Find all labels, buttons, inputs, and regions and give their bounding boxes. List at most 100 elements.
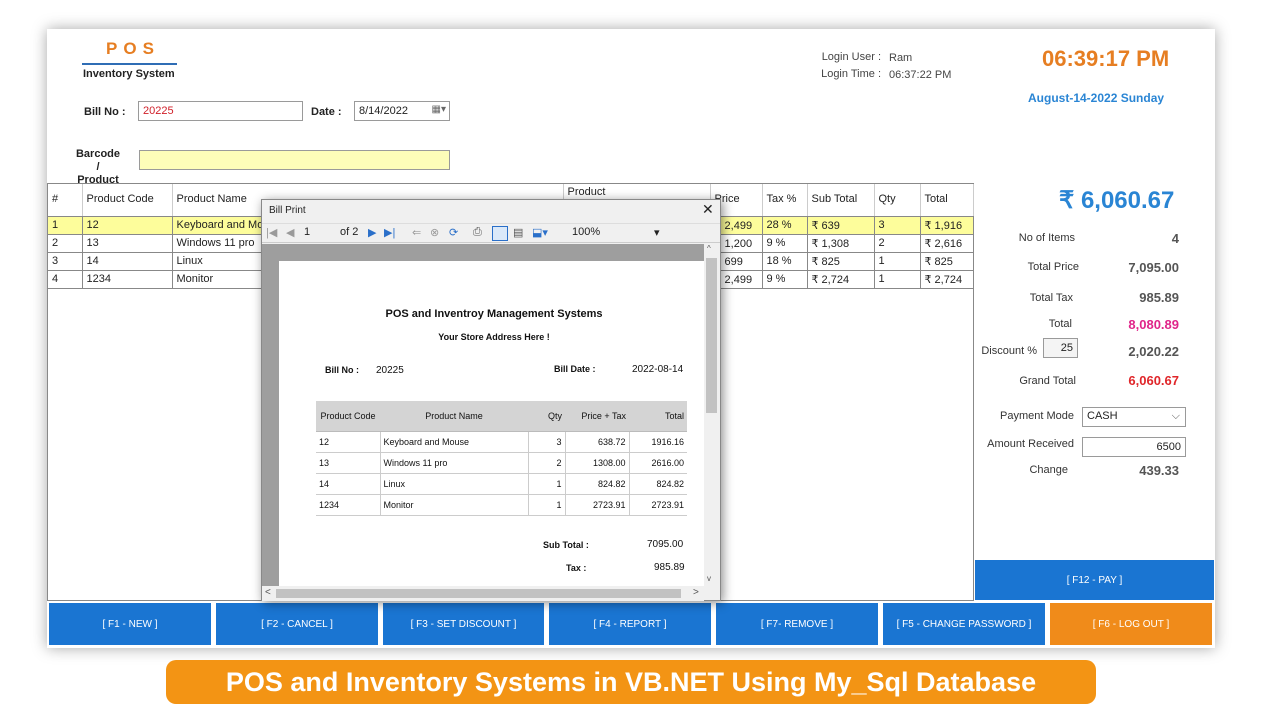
report-cell-total: 1916.16 (629, 431, 687, 453)
first-page-icon[interactable]: |◀ (266, 226, 277, 239)
report-cell-name: Keyboard and Mouse (380, 431, 529, 453)
grand-total-label: Grand Total (1019, 375, 1076, 387)
amount-received-label: Amount Received (987, 438, 1074, 450)
calendar-dropdown-icon[interactable]: ▦▾ (432, 103, 446, 117)
report-table: Product Code Product Name Qty Price + Ta… (316, 401, 687, 516)
full-date: August-14-2022 Sunday (1028, 91, 1165, 105)
cell-code: 14 (82, 252, 173, 271)
total-price-label: Total Price (1027, 261, 1079, 273)
report-cell-name: Linux (380, 473, 529, 495)
cancel-button[interactable]: [ F2 - CANCEL ] (216, 603, 378, 645)
scroll-left-icon[interactable]: < (265, 587, 271, 598)
logo-underline (82, 63, 177, 65)
report-cell-qty: 1 (528, 494, 566, 516)
barcode-label-line1: Barcode / (75, 148, 121, 173)
last-page-icon[interactable]: ▶| (384, 226, 395, 239)
report-cell-qty: 2 (528, 452, 566, 474)
cell-index: 4 (48, 270, 83, 289)
cell-subtotal: ₹ 639 (807, 216, 875, 235)
stop-icon[interactable]: ⊗ (430, 226, 439, 239)
page-count: of 2 (340, 226, 359, 238)
scroll-right-icon[interactable]: > (693, 587, 699, 598)
login-time-value: 06:37:22 PM (889, 69, 952, 81)
print-layout-icon[interactable] (492, 226, 508, 241)
col-header-qty[interactable]: Qty (874, 184, 921, 217)
cell-code: 13 (82, 234, 173, 253)
report-cell-price: 2723.91 (565, 494, 630, 516)
no-of-items-label: No of Items (1018, 232, 1075, 244)
report-address: Your Store Address Here ! (438, 332, 550, 342)
cell-tax: 28 % (762, 216, 808, 235)
barcode-input[interactable] (139, 150, 450, 170)
zoom-value[interactable]: 100% (572, 226, 600, 238)
h-scroll-thumb[interactable] (276, 589, 681, 598)
new-button[interactable]: [ F1 - NEW ] (49, 603, 211, 645)
total-tax-label: Total Tax (1029, 292, 1073, 304)
export-icon[interactable]: ⬓▾ (532, 226, 548, 239)
report-col-price: Price + Tax (565, 401, 629, 432)
prev-page-icon[interactable]: ◀ (286, 226, 294, 239)
report-cell-code: 13 (316, 452, 381, 474)
refresh-icon[interactable]: ⟳ (449, 226, 458, 239)
vertical-scrollbar[interactable]: ^ v (704, 244, 719, 586)
report-cell-price: 824.82 (565, 473, 630, 495)
col-header-tax[interactable]: Tax % (762, 184, 808, 217)
col-header-subtotal[interactable]: Sub Total (807, 184, 875, 217)
scroll-down-icon[interactable]: v (707, 574, 711, 583)
barcode-label: Barcode / Product (73, 148, 123, 187)
zoom-dropdown-icon[interactable]: ▾ (654, 226, 660, 239)
cell-subtotal: ₹ 825 (807, 252, 875, 271)
payment-mode-label: Payment Mode (1000, 410, 1074, 422)
horizontal-scrollbar[interactable]: < > (262, 586, 704, 601)
report-row: 14 Linux 1 824.82 824.82 (316, 473, 687, 495)
clock: 06:39:17 PM (1042, 46, 1170, 71)
payment-mode-value: CASH (1087, 410, 1118, 422)
logo-subtitle: Inventory System (83, 68, 175, 80)
cell-total: ₹ 825 (920, 252, 974, 271)
cell-qty: 1 (874, 252, 921, 271)
date-picker[interactable]: 8/14/2022 ▦▾ (354, 101, 450, 121)
change-password-button[interactable]: [ F5 - CHANGE PASSWORD ] (883, 603, 1045, 645)
report-cell-name: Monitor (380, 494, 529, 516)
bill-no-input[interactable]: 20225 (138, 101, 303, 121)
col-header-total[interactable]: Total (920, 184, 974, 217)
remove-button[interactable]: [ F7- REMOVE ] (716, 603, 878, 645)
report-cell-total: 824.82 (629, 473, 687, 495)
logout-button[interactable]: [ F6 - LOG OUT ] (1050, 603, 1212, 645)
cell-total: ₹ 2,724 (920, 270, 974, 289)
date-label: Date : (311, 106, 342, 118)
report-cell-qty: 3 (528, 431, 566, 453)
cell-subtotal: ₹ 1,308 (807, 234, 875, 253)
amount-received-input[interactable]: 6500 (1082, 437, 1186, 457)
report-col-code: Product Code (316, 401, 380, 432)
col-header-index[interactable]: # (48, 184, 83, 217)
print-icon[interactable]: ⎙ (473, 226, 482, 239)
pay-button[interactable]: [ F12 - PAY ] (975, 560, 1214, 600)
discount-amount: 2,020.22 (1128, 344, 1179, 359)
total-value: 8,080.89 (1128, 317, 1179, 332)
report-row: 12 Keyboard and Mouse 3 638.72 1916.16 (316, 431, 687, 453)
report-viewer[interactable]: POS and Inventroy Management Systems You… (262, 244, 704, 586)
next-page-icon[interactable]: ▶ (368, 226, 376, 239)
bill-print-dialog: Bill Print ✕ |◀ ◀ 1 of 2 ▶ ▶| ⇐ ⊗ ⟳ ⎙ ▤ … (261, 199, 721, 601)
report-button[interactable]: [ F4 - REPORT ] (549, 603, 711, 645)
chevron-down-icon[interactable]: ⌵ (1172, 410, 1180, 423)
page-number-input[interactable]: 1 (304, 226, 310, 238)
col-header-code[interactable]: Product Code (82, 184, 173, 217)
scroll-up-icon[interactable]: ^ (707, 244, 711, 253)
date-value: 8/14/2022 (359, 105, 408, 117)
set-discount-button[interactable]: [ F3 - SET DISCOUNT ] (383, 603, 544, 645)
report-cell-code: 14 (316, 473, 381, 495)
report-tax-label: Tax : (566, 563, 587, 573)
report-tax: 985.89 (654, 562, 685, 573)
scroll-thumb[interactable] (706, 258, 717, 413)
payment-mode-select[interactable]: CASH ⌵ (1082, 407, 1186, 427)
page-setup-icon[interactable]: ▤ (513, 226, 523, 239)
close-icon[interactable]: ✕ (702, 201, 714, 218)
discount-label: Discount % (981, 345, 1037, 357)
back-icon[interactable]: ⇐ (412, 226, 421, 239)
report-page: POS and Inventroy Management Systems You… (279, 261, 704, 586)
cell-tax: 9 % (762, 270, 808, 289)
report-cell-price: 638.72 (565, 431, 630, 453)
discount-input[interactable]: 25 (1043, 338, 1078, 358)
